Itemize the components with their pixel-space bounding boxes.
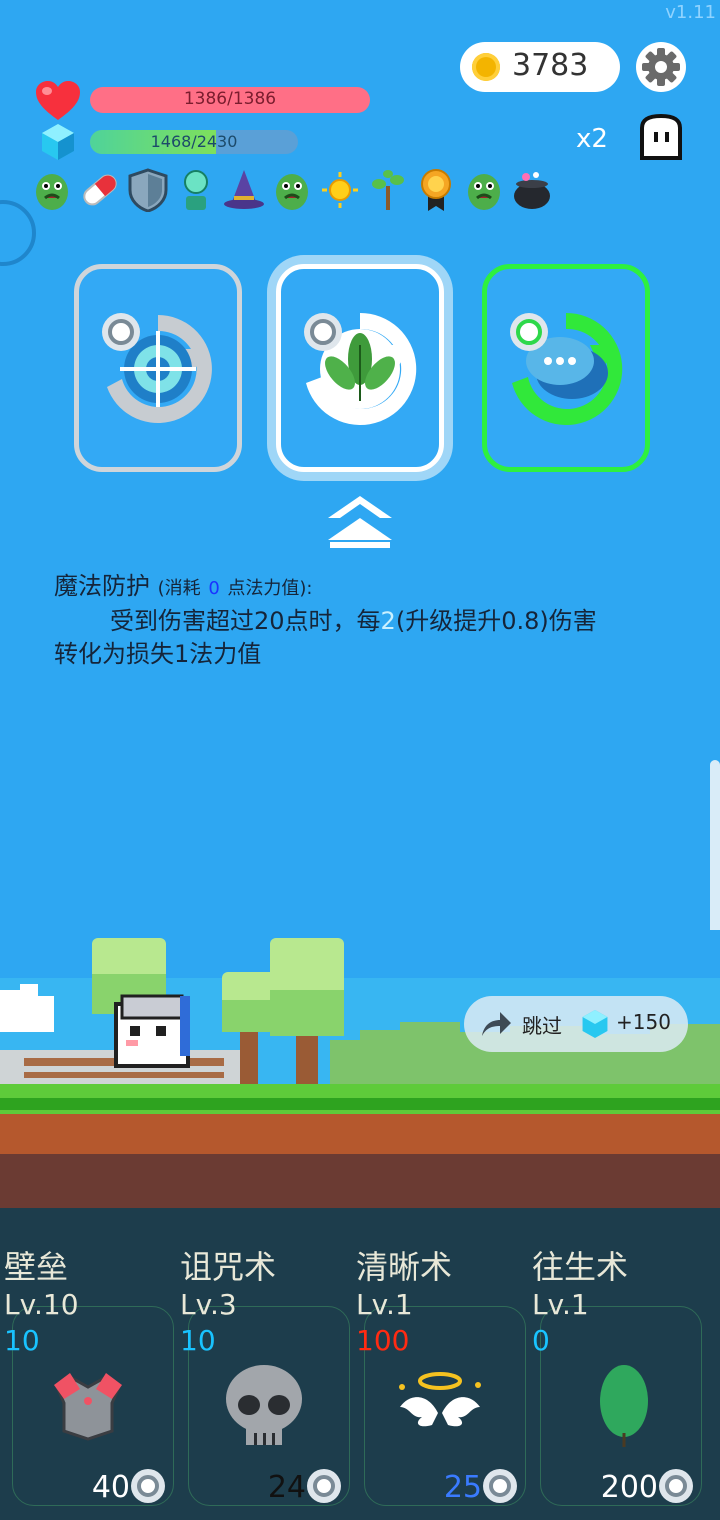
chevron-up-icon <box>328 496 392 548</box>
skip-reward: +150 <box>616 1010 671 1034</box>
cost-suffix: 点法力值): <box>227 578 313 599</box>
slot-name: 诅咒术 <box>180 1248 277 1286</box>
armor-icon <box>54 1373 122 1441</box>
upgrade-wheel-icon <box>659 1469 693 1503</box>
medal-icon <box>414 168 458 212</box>
green-monster-icon <box>30 168 74 212</box>
upgrade-wheel-icon <box>307 1469 341 1503</box>
slot-count: 40 <box>91 1470 130 1505</box>
slot-count: 25 <box>443 1470 482 1505</box>
share-arrow-icon <box>482 1012 511 1036</box>
capsule-icon <box>78 168 122 212</box>
skull-icon <box>226 1365 302 1445</box>
slot-cost: 0 <box>532 1324 550 1357</box>
wizard-hat-icon <box>222 168 266 212</box>
health-value: 1386/1386 <box>183 89 277 109</box>
crystal-icon <box>42 124 74 160</box>
heart-icon <box>36 81 80 120</box>
slot-cost: 10 <box>180 1324 216 1357</box>
slot-level: Lv.10 <box>4 1288 79 1321</box>
slot-level: Lv.1 <box>356 1288 413 1321</box>
tree-icon <box>366 168 410 212</box>
ghost-icon[interactable] <box>638 114 684 162</box>
desc-line1-a: 受到伤害超过20点时，每 <box>110 607 381 635</box>
upgrade-wheel-icon <box>483 1469 517 1503</box>
skip-label: 跳过 <box>522 1014 562 1038</box>
skill-slot-rebirth[interactable]: 往生术 Lv.1 0 200 <box>528 1208 704 1520</box>
skill-panel: 壁垒 Lv.10 10 40 诅咒术 Lv.3 10 24 清晰术 Lv.1 1… <box>0 1208 720 1520</box>
coin-counter: 3783 <box>460 42 620 92</box>
slot-count: 24 <box>267 1470 306 1505</box>
health-bar: 1386/1386 <box>90 87 370 113</box>
upgrade-wheel-icon <box>102 313 140 351</box>
skill-choice-1[interactable] <box>74 264 242 472</box>
upgrade-wheel-icon <box>304 313 342 351</box>
cauldron-icon <box>510 168 554 212</box>
cost-value: 0 <box>208 578 220 599</box>
skill-slot-barrier[interactable]: 壁垒 Lv.10 10 40 <box>0 1208 176 1520</box>
bust-icon <box>174 168 218 212</box>
speed-toggle[interactable]: x2 <box>576 124 608 154</box>
skill-choice-2[interactable] <box>276 264 444 472</box>
slot-name: 清晰术 <box>356 1248 453 1286</box>
leaf-icon <box>600 1365 648 1447</box>
skill-description: 魔法防护 (消耗 0 点法力值): 受到伤害超过20点时，每2(升级提升0.8)… <box>54 570 674 671</box>
slot-name: 往生术 <box>532 1248 629 1286</box>
desc-line1-b: 2 <box>380 607 396 635</box>
halo-wings-icon <box>399 1372 481 1427</box>
crystal-icon <box>582 1010 608 1038</box>
slot-level: Lv.3 <box>180 1288 237 1321</box>
skip-button[interactable]: 跳过 +150 <box>464 996 688 1052</box>
buff-row <box>30 168 570 213</box>
desc-line2: 转化为损失1法力值 <box>54 640 262 668</box>
slot-level: Lv.1 <box>532 1288 589 1321</box>
skill-slot-clarity[interactable]: 清晰术 Lv.1 100 25 <box>352 1208 528 1520</box>
slot-cost: 100 <box>356 1324 410 1357</box>
cost-prefix: (消耗 <box>157 578 201 599</box>
scrollbar[interactable] <box>710 760 720 940</box>
shield-icon <box>126 168 170 213</box>
slot-count: 200 <box>600 1470 658 1505</box>
coin-icon <box>472 53 500 81</box>
slot-cost: 10 <box>4 1324 40 1357</box>
sun-icon <box>318 168 362 212</box>
slot-name: 壁垒 <box>4 1248 69 1286</box>
coin-value: 3783 <box>512 48 589 83</box>
skill-choice-3[interactable] <box>482 264 650 472</box>
skill-title: 魔法防护 <box>54 572 150 600</box>
mana-bar: 1468/2430 <box>90 130 298 154</box>
skill-slot-curse[interactable]: 诅咒术 Lv.3 10 24 <box>176 1208 352 1520</box>
gear-icon[interactable] <box>636 42 686 92</box>
battle-scene <box>0 930 720 1210</box>
version-label: v1.11 <box>665 2 716 23</box>
upgrade-wheel-icon <box>510 313 548 351</box>
green-monster-icon <box>270 168 314 212</box>
mana-value: 1468/2430 <box>150 132 238 151</box>
upgrade-wheel-icon <box>131 1469 165 1503</box>
green-monster-icon <box>462 168 506 212</box>
desc-line1-c: (升级提升0.8)伤害 <box>395 607 597 635</box>
